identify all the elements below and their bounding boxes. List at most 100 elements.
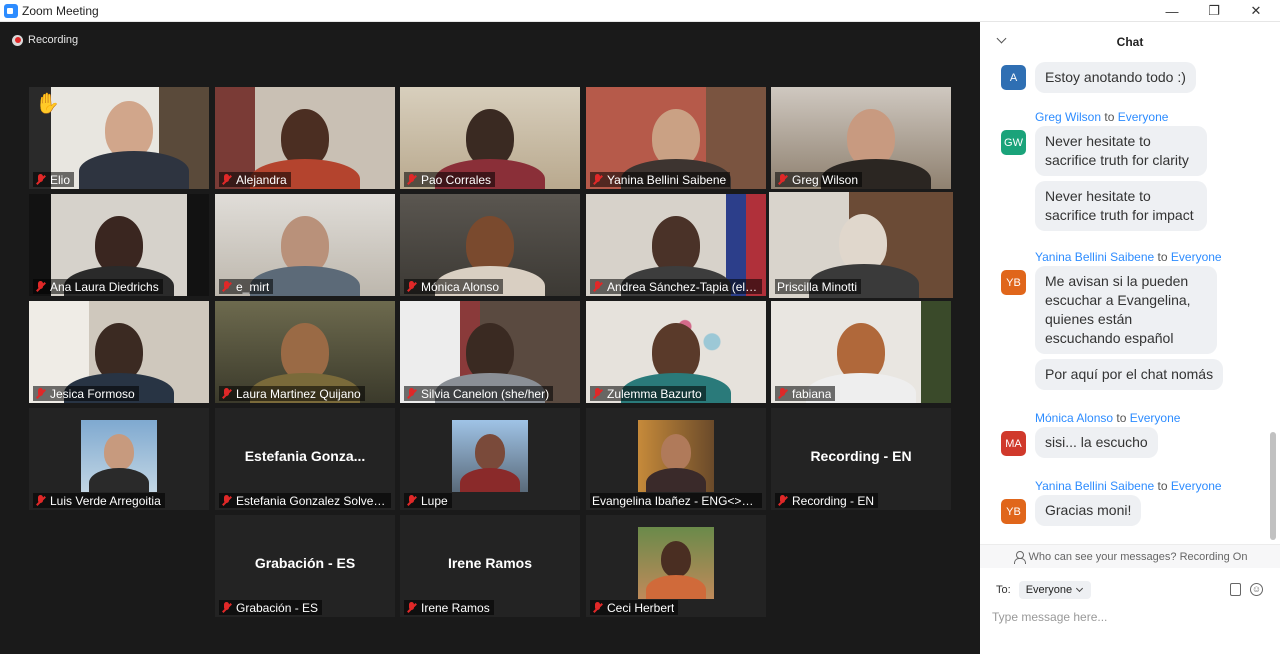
participant-tile[interactable]: Grabación - ES Grabación - ES [215,515,395,617]
participant-tile[interactable]: Evangelina Ibañez - ENG<>SP... [586,408,766,510]
muted-mic-icon [221,280,233,293]
chat-panel: Chat A Estoy anotando todo :) Greg Wilso… [980,22,1280,654]
maximize-button[interactable]: ❐ [1194,0,1234,22]
recipient-name: Everyone [1129,411,1181,425]
minimize-button[interactable]: — [1152,0,1192,22]
file-icon[interactable] [1230,583,1241,596]
participant-tile[interactable]: e_mirt [215,194,395,296]
muted-mic-icon [406,494,418,507]
participant-name: Grabación - ES [236,600,319,615]
to-label: To: [996,584,1011,596]
muted-mic-icon [777,173,789,186]
participant-tile[interactable]: ✋ Elio [29,87,209,189]
chat-message: Me avisan si la pueden escuchar a Evange… [1035,266,1217,354]
recipient-name: Everyone [1117,110,1169,124]
participant-tile[interactable]: Zulemma Bazurto [586,301,766,403]
chat-message: Gracias moni! [1035,495,1142,526]
muted-mic-icon [221,494,233,507]
participant-tile[interactable]: Ana Laura Diedrichs [29,194,209,296]
sender-to: to [1116,411,1127,425]
sender-to: to [1157,479,1168,493]
avatar: YB [1001,270,1026,295]
participant-name: e_mirt [236,279,270,294]
meeting-gallery: Recording ✋ Elio Alejandra Pao Corrales … [0,22,980,654]
participant-tile[interactable]: Laura Martinez Quijano [215,301,395,403]
participant-tile[interactable]: Mónica Alonso [400,194,580,296]
muted-mic-icon [592,601,604,614]
participant-tile[interactable]: fabiana [771,301,951,403]
recording-indicator[interactable]: Recording [12,34,78,46]
participant-display-name: Irene Ramos [447,555,533,571]
recipient-value: Everyone [1025,584,1073,596]
message-visibility-bar[interactable]: Who can see your messages? Recording On [980,544,1280,568]
muted-mic-icon [221,387,233,400]
profile-photo [638,527,714,599]
window-title: Zoom Meeting [22,4,99,18]
recording-icon [12,34,23,46]
recipient-row: To: Everyone [996,579,1092,601]
chat-title: Chat [1116,35,1144,49]
participant-name: Alejandra [236,172,287,187]
participant-tile[interactable]: Pao Corrales [400,87,580,189]
chat-header: Chat [980,22,1280,62]
sender-to: to [1104,110,1115,124]
avatar: GW [1001,130,1026,155]
participant-name: Lupe [421,493,448,508]
muted-mic-icon [35,173,47,186]
participant-tile[interactable]: Recording - EN Recording - EN [771,408,951,510]
profile-photo [452,420,528,492]
muted-mic-icon [777,387,789,400]
muted-mic-icon [777,494,789,507]
sender-name[interactable]: Mónica Alonso [1035,411,1113,425]
chat-message-list[interactable]: A Estoy anotando todo :) Greg Wilson to … [980,62,1270,544]
window-title-bar: Zoom Meeting — ❐ ✕ [0,0,1280,22]
profile-photo [638,420,714,492]
chat-sender-line: Greg Wilson to Everyone [1035,110,1168,124]
participant-name: Mónica Alonso [421,279,500,294]
muted-mic-icon [406,280,418,293]
sender-to: to [1157,250,1168,264]
participant-tile[interactable]: Lupe [400,408,580,510]
muted-mic-icon [592,173,604,186]
chat-sender-line: Yanina Bellini Saibene to Everyone [1035,250,1222,264]
participant-name: Ceci Herbert [607,600,675,615]
sender-name[interactable]: Yanina Bellini Saibene [1035,479,1154,493]
chat-scrollbar-thumb[interactable] [1270,432,1276,540]
message-input[interactable] [992,606,1268,628]
avatar: A [1001,65,1026,90]
muted-mic-icon [35,494,47,507]
participant-tile[interactable]: Andrea Sánchez-Tapia (ella... [586,194,766,296]
participant-name: Laura Martinez Quijano [236,386,361,401]
participant-tile[interactable]: Greg Wilson [771,87,951,189]
participant-name: Andrea Sánchez-Tapia (ella... [607,279,758,294]
emoji-icon[interactable]: ☺ [1250,583,1263,596]
participant-name: Pao Corrales [421,172,492,187]
participant-name: Recording - EN [792,493,875,508]
chat-message: Never hesitate to sacrifice truth for im… [1035,181,1207,231]
participant-name: Elio [50,172,71,187]
participant-tile[interactable]: Irene Ramos Irene Ramos [400,515,580,617]
participant-name: fabiana [792,386,832,401]
muted-mic-icon [221,173,233,186]
participant-tile-active-speaker[interactable]: Priscilla Minotti [769,192,953,298]
recipient-dropdown[interactable]: Everyone [1018,581,1092,599]
close-button[interactable]: ✕ [1236,0,1276,22]
muted-mic-icon [35,387,47,400]
chevron-down-icon [1076,586,1084,594]
muted-mic-icon [35,280,47,293]
participant-name: Irene Ramos [421,600,490,615]
participant-tile[interactable]: Yanina Bellini Saibene [586,87,766,189]
participant-tile[interactable]: Luis Verde Arregoitia [29,408,209,510]
participant-tile[interactable]: Estefania Gonza... Estefania Gonzalez So… [215,408,395,510]
recipient-name: Everyone [1170,250,1222,264]
muted-mic-icon [221,601,233,614]
participant-name: Jesica Formoso [50,386,135,401]
participant-tile[interactable]: Ceci Herbert [586,515,766,617]
participant-tile[interactable]: Alejandra [215,87,395,189]
participant-display-name: Recording - EN [810,448,912,464]
sender-name[interactable]: Yanina Bellini Saibene [1035,250,1154,264]
sender-name[interactable]: Greg Wilson [1035,110,1101,124]
participant-tile[interactable]: Jesica Formoso [29,301,209,403]
muted-mic-icon [406,601,418,614]
participant-tile[interactable]: Silvia Canelon (she/her) [400,301,580,403]
